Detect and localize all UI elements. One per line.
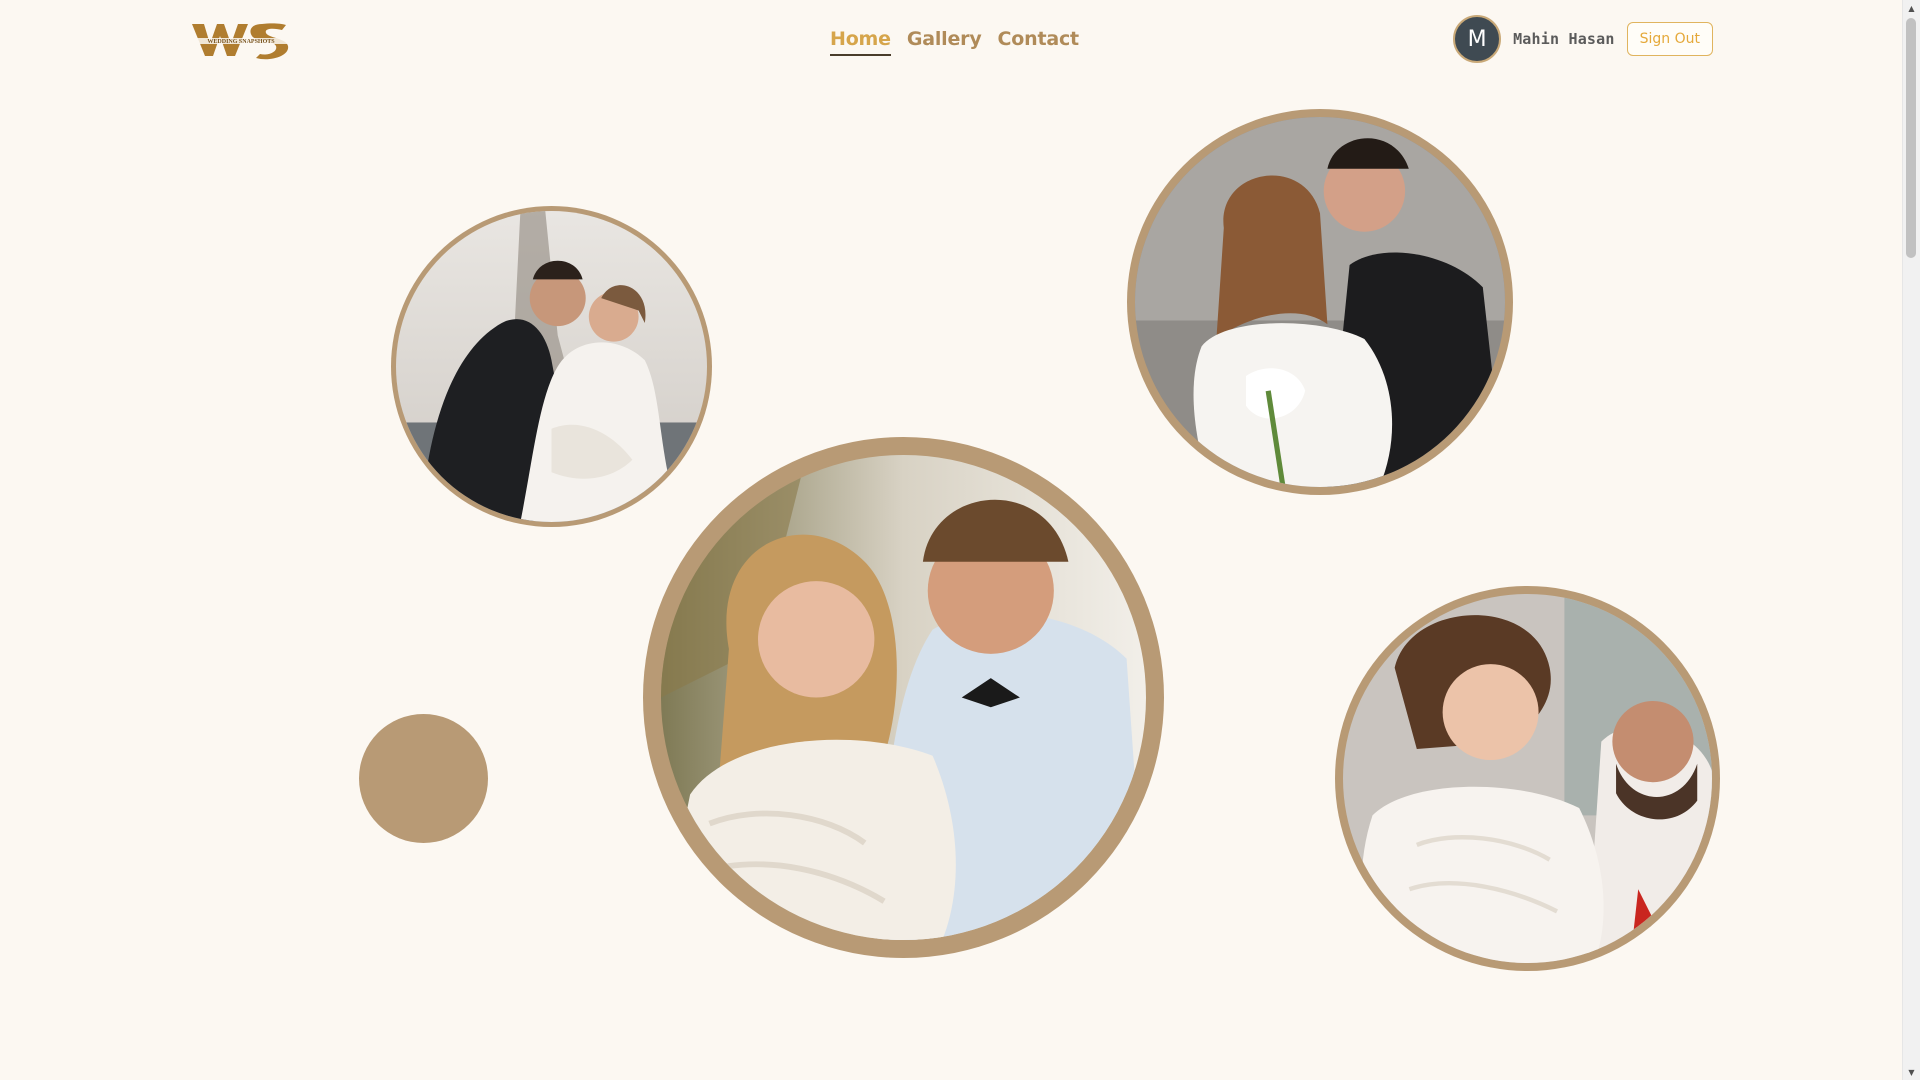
site-logo[interactable]: WEDDING SNAPSHOTS	[190, 18, 294, 60]
nav-contact[interactable]: Contact	[998, 26, 1080, 54]
gallery-photo-featured-couple[interactable]	[643, 437, 1164, 958]
gallery-photo-eiffel-couple[interactable]	[391, 206, 712, 527]
decorative-circle	[359, 714, 488, 843]
photo-image	[661, 455, 1146, 940]
scroll-up-arrow-icon[interactable]: ▲	[1903, 0, 1920, 16]
username: Mahin Hasan	[1513, 30, 1615, 48]
page: WEDDING SNAPSHOTS Home Gallery Contact M…	[0, 0, 1920, 1080]
main-nav: Home Gallery Contact	[830, 26, 1079, 56]
photo-image	[1135, 117, 1505, 487]
page-scrollbar[interactable]: ▲ ▼	[1902, 0, 1920, 1080]
logo-tagline: WEDDING SNAPSHOTS	[207, 39, 275, 45]
nav-home[interactable]: Home	[830, 26, 891, 56]
scroll-down-arrow-icon[interactable]: ▼	[1903, 1064, 1920, 1080]
photo-image	[396, 211, 707, 522]
photo-image	[1343, 594, 1712, 963]
nav-gallery[interactable]: Gallery	[907, 26, 982, 54]
user-area: M Mahin Hasan Sign Out	[1453, 15, 1713, 63]
scroll-thumb[interactable]	[1906, 18, 1916, 258]
gallery-photo-couple-hug[interactable]	[1127, 109, 1513, 495]
sign-out-button[interactable]: Sign Out	[1626, 22, 1713, 56]
avatar[interactable]: M	[1453, 15, 1502, 63]
gallery-photo-bride-groom-close[interactable]	[1335, 586, 1720, 971]
